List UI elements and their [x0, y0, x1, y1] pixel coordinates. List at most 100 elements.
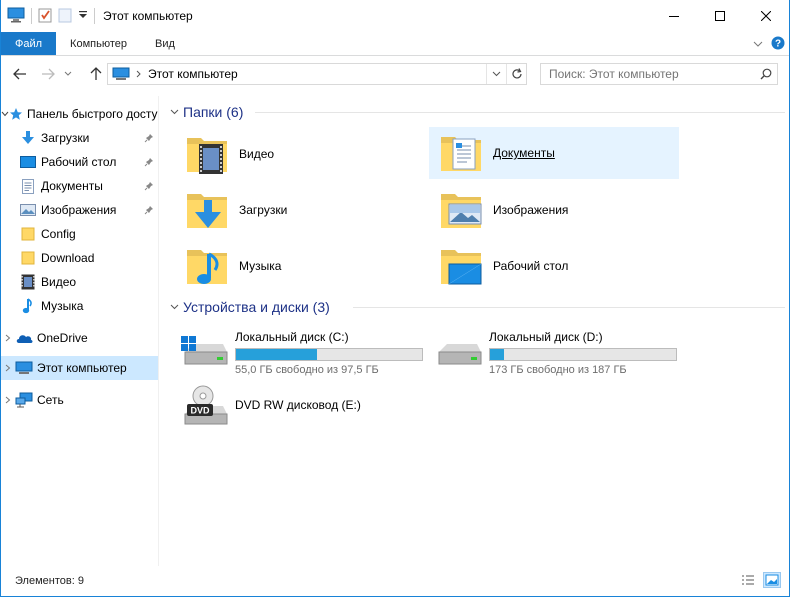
- nav-item-download[interactable]: Download: [1, 246, 158, 270]
- search-input[interactable]: [541, 65, 755, 83]
- new-folder-icon[interactable]: [58, 7, 72, 26]
- windows-drive-icon: [181, 324, 229, 372]
- tab-file[interactable]: Файл: [1, 32, 57, 55]
- pin-icon[interactable]: [144, 156, 154, 170]
- arrow-left-icon: [13, 68, 26, 80]
- back-button[interactable]: [9, 63, 31, 85]
- pin-icon[interactable]: [144, 180, 154, 194]
- drive-free-space: 55,0 ГБ свободно из 97,5 ГБ: [235, 364, 379, 376]
- pin-icon[interactable]: [144, 132, 154, 146]
- chevron-right-icon[interactable]: [1, 396, 15, 404]
- ribbon-tabs: Файл Компьютер Вид ?: [1, 32, 789, 56]
- nav-item-network[interactable]: Сеть: [1, 388, 158, 412]
- breadcrumb-this-pc[interactable]: Этот компьютер: [148, 67, 238, 81]
- breadcrumb-separator-icon[interactable]: [136, 70, 142, 78]
- drive-label: Локальный диск (C:): [235, 330, 349, 344]
- close-button[interactable]: [743, 0, 789, 32]
- drive-label: DVD RW дисковод (E:): [235, 398, 361, 412]
- computer-icon[interactable]: [7, 7, 25, 26]
- nav-item-label: Видео: [41, 275, 77, 289]
- downloads-folder-icon: [183, 186, 231, 234]
- minimize-icon: [669, 16, 679, 17]
- arrow-right-icon: [42, 68, 55, 80]
- drive-tile-d[interactable]: Локальный диск (D:) 173 ГБ свободно из 1…: [415, 322, 677, 376]
- cloud-icon: [15, 330, 33, 346]
- help-icon[interactable]: ?: [771, 36, 785, 53]
- refresh-button[interactable]: [506, 64, 526, 84]
- folder-tile-documents[interactable]: Документы: [429, 127, 679, 179]
- pictures-folder-icon: [437, 186, 485, 234]
- pin-icon[interactable]: [144, 204, 154, 218]
- folder-icon: [19, 250, 37, 266]
- forward-button[interactable]: [37, 63, 59, 85]
- nav-item-label: Изображения: [41, 203, 117, 217]
- minimize-button[interactable]: [651, 0, 697, 32]
- maximize-button[interactable]: [697, 0, 743, 32]
- drive-tile-e[interactable]: DVD DVD RW дисковод (E:): [161, 382, 411, 434]
- pictures-icon: [19, 202, 37, 218]
- nav-item-label: Рабочий стол: [41, 155, 117, 169]
- drives-group-header[interactable]: Устройства и диски (3): [167, 296, 330, 318]
- network-icon: [15, 392, 33, 408]
- customize-toolbar-icon[interactable]: [78, 9, 88, 23]
- chevron-right-icon[interactable]: [1, 364, 15, 372]
- desktop-folder-icon: [437, 242, 485, 290]
- address-history-button[interactable]: [486, 64, 506, 84]
- group-divider: [353, 307, 785, 308]
- search-box[interactable]: [540, 63, 778, 85]
- expand-ribbon-icon[interactable]: [753, 37, 763, 51]
- drive-usage-bar: [489, 348, 677, 361]
- nav-item-video[interactable]: Видео: [1, 270, 158, 294]
- tab-computer[interactable]: Компьютер: [56, 32, 141, 55]
- nav-item-label: Этот компьютер: [37, 361, 127, 375]
- nav-item-pictures[interactable]: Изображения: [1, 198, 158, 222]
- nav-item-desktop[interactable]: Рабочий стол: [1, 150, 158, 174]
- arrow-up-icon: [90, 67, 102, 80]
- details-view-button[interactable]: [739, 572, 757, 588]
- nav-item-music[interactable]: Музыка: [1, 294, 158, 318]
- nav-item-this-pc[interactable]: Этот компьютер: [1, 356, 158, 380]
- nav-item-quick-access[interactable]: Панель быстрого доступа: [1, 102, 158, 126]
- refresh-icon: [511, 68, 522, 79]
- window-controls: [651, 0, 789, 32]
- window-title: Этот компьютер: [103, 9, 193, 23]
- chevron-right-icon[interactable]: [1, 334, 15, 342]
- nav-item-label: Панель быстрого доступа: [27, 107, 158, 121]
- drive-tile-c[interactable]: Локальный диск (C:) 55,0 ГБ свободно из …: [161, 322, 423, 376]
- music-icon: [19, 298, 37, 314]
- tiles-view-button[interactable]: [763, 572, 781, 588]
- nav-item-onedrive[interactable]: OneDrive: [1, 326, 158, 350]
- drive-usage-bar: [235, 348, 423, 361]
- up-button[interactable]: [85, 63, 107, 85]
- nav-item-label: OneDrive: [37, 331, 88, 345]
- svg-text:DVD: DVD: [190, 406, 210, 416]
- dvd-drive-icon: DVD: [181, 384, 229, 432]
- chevron-down-icon: [492, 71, 501, 77]
- nav-item-config[interactable]: Config: [1, 222, 158, 246]
- nav-item-label: Config: [41, 227, 76, 241]
- group-title: Устройства и диски (3): [183, 299, 330, 315]
- folders-group-header[interactable]: Папки (6): [167, 101, 243, 123]
- folder-tile-downloads[interactable]: Загрузки: [175, 184, 425, 236]
- nav-item-downloads[interactable]: Загрузки: [1, 126, 158, 150]
- folder-tile-video[interactable]: Видео: [175, 128, 425, 180]
- folder-tile-music[interactable]: Музыка: [175, 240, 425, 292]
- folder-label: Музыка: [239, 259, 282, 273]
- video-folder-icon: [183, 130, 231, 178]
- drive-usage-fill: [236, 349, 318, 360]
- download-icon: [19, 130, 37, 146]
- folder-tile-desktop[interactable]: Рабочий стол: [429, 240, 679, 292]
- nav-item-documents[interactable]: Документы: [1, 174, 158, 198]
- folder-tile-pictures[interactable]: Изображения: [429, 184, 679, 236]
- tiles-view-icon: [765, 574, 779, 586]
- search-button[interactable]: [755, 68, 777, 80]
- properties-icon[interactable]: [38, 7, 52, 26]
- folder-label: Документы: [493, 146, 555, 160]
- recent-locations-button[interactable]: [61, 63, 75, 85]
- address-bar[interactable]: Этот компьютер: [107, 63, 527, 85]
- hard-drive-icon: [435, 324, 483, 372]
- group-title: Папки (6): [183, 104, 244, 120]
- tab-view[interactable]: Вид: [141, 32, 189, 55]
- chevron-down-icon[interactable]: [1, 111, 9, 117]
- navigation-pane: Панель быстрого доступа Загрузки Рабочий…: [1, 96, 159, 566]
